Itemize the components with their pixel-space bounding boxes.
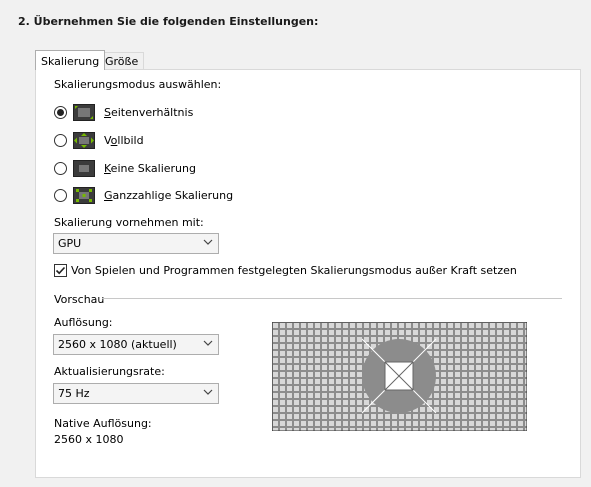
- select-value: 75 Hz: [58, 387, 90, 400]
- override-checkbox[interactable]: [54, 264, 67, 277]
- checkmark-icon: [55, 266, 66, 275]
- chevron-down-icon: [203, 239, 213, 245]
- override-label[interactable]: Von Spielen und Programmen festgelegten …: [71, 264, 517, 277]
- perform-scaling-select[interactable]: GPU: [53, 233, 219, 254]
- refresh-rate-label: Aktualisierungsrate:: [54, 365, 165, 378]
- radio-fullscreen[interactable]: Vollbild: [54, 130, 144, 150]
- radio-integer-scaling[interactable]: Ganzzahlige Skalierung: [54, 185, 233, 205]
- option-label: eitenverhältnis: [110, 105, 194, 119]
- radio-button[interactable]: [54, 188, 67, 202]
- chevron-down-icon: [203, 340, 213, 346]
- fullscreen-icon: [73, 131, 95, 149]
- perform-scaling-label: Skalierung vornehmen mit:: [54, 216, 204, 229]
- preview-divider: [102, 298, 562, 299]
- resolution-label: Auflösung:: [54, 316, 113, 329]
- native-resolution-value: 2560 x 1080: [54, 433, 124, 446]
- chevron-down-icon: [203, 389, 213, 395]
- radio-button[interactable]: [54, 105, 67, 119]
- refresh-rate-select[interactable]: 75 Hz: [53, 383, 219, 404]
- select-value: 2560 x 1080 (aktuell): [58, 338, 177, 351]
- preview-group-label: Vorschau: [54, 293, 105, 306]
- resolution-select[interactable]: 2560 x 1080 (aktuell): [53, 334, 219, 355]
- option-label: llbild: [117, 133, 144, 147]
- integer-scaling-icon: [73, 186, 95, 204]
- radio-button[interactable]: [54, 133, 67, 147]
- option-label: anzzahlige Skalierung: [112, 188, 234, 202]
- radio-aspect-ratio[interactable]: Seitenverhältnis: [54, 102, 193, 122]
- native-resolution-label: Native Auflösung:: [54, 417, 152, 430]
- radio-button[interactable]: [54, 161, 67, 175]
- radio-no-scaling[interactable]: Keine Skalierung: [54, 158, 196, 178]
- scaling-preview: [272, 322, 527, 431]
- scaling-mode-label: Skalierungsmodus auswählen:: [54, 78, 222, 91]
- no-scaling-icon: [73, 159, 95, 177]
- select-value: GPU: [58, 237, 82, 250]
- aspect-ratio-icon: [73, 103, 95, 121]
- option-label: eine Skalierung: [110, 161, 196, 175]
